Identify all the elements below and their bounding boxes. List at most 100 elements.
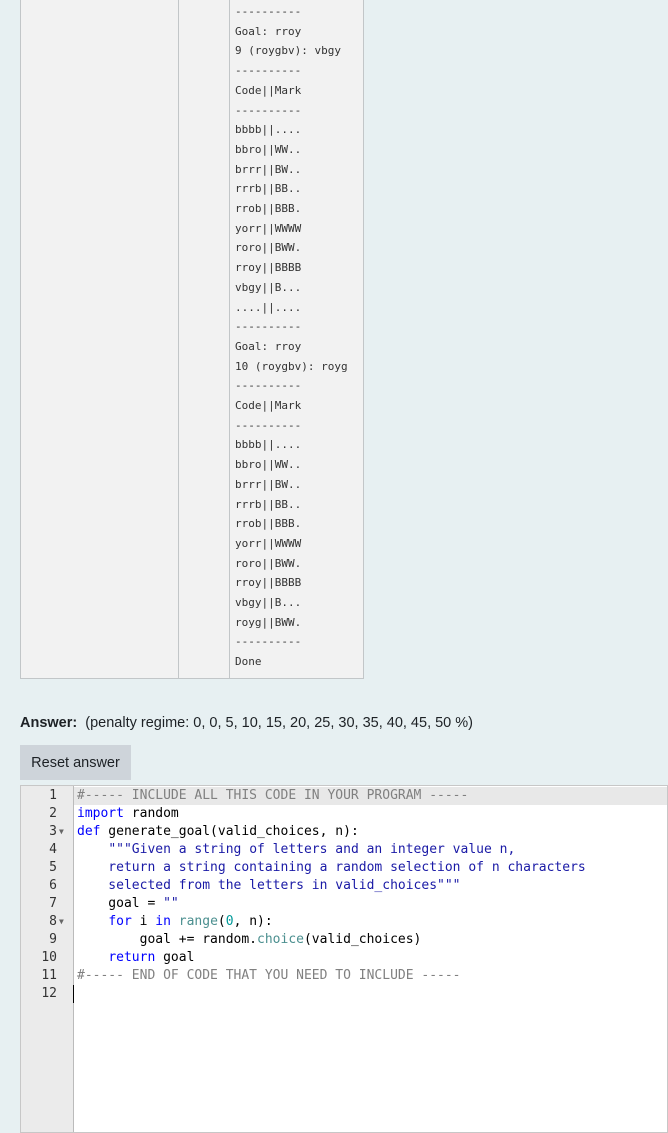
line-number: 4	[49, 842, 57, 857]
output-line: 10 (roygbv): royg	[235, 359, 348, 373]
code-line[interactable]: 6 selected from the letters in valid_cho…	[21, 877, 667, 895]
code-token: goal += random.	[77, 932, 258, 947]
code-text: goal = ""	[77, 895, 179, 913]
code-token: #----- INCLUDE ALL THIS CODE IN YOUR PRO…	[77, 788, 469, 803]
code-token: , n):	[233, 914, 273, 929]
line-number: 10	[41, 950, 57, 965]
output-line: ----------	[235, 418, 302, 432]
code-token: 0	[225, 914, 234, 929]
reset-answer-button[interactable]: Reset answer	[20, 745, 131, 780]
answer-label: Answer: (penalty regime: 0, 0, 5, 10, 15…	[20, 715, 473, 731]
code-token: (	[217, 914, 226, 929]
code-text: return goal	[77, 949, 194, 967]
code-token: in	[155, 914, 171, 929]
line-number: 5	[49, 860, 57, 875]
output-line: bbbb||....	[235, 438, 302, 452]
code-editor[interactable]: 1 #----- INCLUDE ALL THIS CODE IN YOUR PR…	[20, 785, 668, 1133]
line-number: 8	[49, 914, 57, 929]
output-line: roro||BWW.	[235, 556, 302, 570]
code-text: selected from the letters in valid_choic…	[77, 877, 461, 895]
output-line: 9 (roygbv): vbgy	[235, 44, 341, 58]
output-line: ----------	[235, 64, 302, 78]
line-number: 11	[41, 968, 57, 983]
code-line[interactable]: 11 #----- END OF CODE THAT YOU NEED TO IN…	[21, 967, 667, 985]
code-token: for	[108, 914, 132, 929]
code-text: for i in range(0, n):	[77, 913, 273, 931]
code-token: def	[77, 824, 101, 839]
code-token: generate_goal(valid_choices, n):	[100, 824, 359, 839]
output-line: rrrb||BB..	[235, 497, 302, 511]
output-line: rroy||BBBB	[235, 261, 302, 275]
code-line[interactable]: 1 #----- INCLUDE ALL THIS CODE IN YOUR PR…	[21, 787, 667, 805]
code-token: #----- END OF CODE THAT YOU NEED TO INCL…	[77, 968, 461, 983]
code-line[interactable]: 12	[21, 985, 667, 1003]
line-number: 6	[49, 878, 57, 893]
output-line: ----------	[235, 635, 302, 649]
output-line: yorr||WWWW	[235, 221, 302, 235]
code-text: import random	[77, 805, 179, 823]
code-line[interactable]: 5 return a string containing a random se…	[21, 859, 667, 877]
code-token: (valid_choices)	[303, 932, 422, 947]
code-text: """Given a string of letters and an inte…	[77, 841, 515, 859]
output-line: Code||Mark	[235, 83, 302, 97]
code-token: range	[178, 914, 218, 929]
output-line: bbro||WW..	[235, 142, 302, 156]
output-line: roro||BWW.	[235, 241, 302, 255]
code-token: return a string containing a random sele…	[77, 860, 586, 875]
output-line: Code||Mark	[235, 399, 302, 412]
code-token: selected from the letters in valid_choic…	[77, 878, 461, 893]
code-text: def generate_goal(valid_choices, n):	[77, 823, 359, 841]
code-line[interactable]: 10 return goal	[21, 949, 667, 967]
output-line: bbbb||....	[235, 123, 302, 137]
code-token: ""	[163, 896, 179, 911]
output-line: royg||BWW.	[235, 615, 302, 629]
output-line: rrob||BBB.	[235, 517, 302, 531]
code-token: goal	[155, 950, 195, 965]
output-line: Done	[235, 655, 262, 669]
code-token: """Given a string of letters and an inte…	[108, 842, 516, 857]
code-line[interactable]: 2 import random	[21, 805, 667, 823]
answer-title: Answer:	[20, 715, 78, 731]
text-cursor	[73, 985, 74, 1003]
line-number: 12	[41, 986, 57, 1001]
code-token: i	[131, 914, 156, 929]
code-token: random	[123, 806, 179, 821]
output-line: brrr||BW..	[235, 477, 302, 491]
code-line[interactable]: 9 goal += random.choice(valid_choices)	[21, 931, 667, 949]
code-lines[interactable]: 1 #----- INCLUDE ALL THIS CODE IN YOUR PR…	[21, 787, 667, 1003]
fold-arrow-icon[interactable]: ▼	[59, 913, 64, 931]
table-divider	[178, 0, 179, 678]
code-line[interactable]: 7 goal = ""	[21, 895, 667, 913]
output-table: ---------- Goal: rroy 9 (roygbv): vbgy ----…	[20, 0, 364, 679]
output-line: bbro||WW..	[235, 458, 302, 472]
fold-arrow-icon[interactable]: ▼	[59, 823, 64, 841]
line-number: 2	[49, 806, 57, 821]
code-token: import	[77, 806, 124, 821]
code-text: return a string containing a random sele…	[77, 859, 586, 877]
output-line: Goal: rroy	[235, 24, 302, 38]
output-line: rroy||BBBB	[235, 576, 302, 590]
output-line: vbgy||B...	[235, 280, 302, 294]
line-number: 3	[49, 824, 57, 839]
output-line: Goal: rroy	[235, 339, 302, 353]
output-line: brrr||BW..	[235, 162, 302, 176]
line-number: 1	[49, 788, 57, 803]
code-text: #----- END OF CODE THAT YOU NEED TO INCL…	[77, 967, 461, 985]
output-line: ----------	[235, 320, 302, 334]
code-token: return	[108, 950, 156, 965]
output-line: rrrb||BB..	[235, 182, 302, 196]
output-line: rrob||BBB.	[235, 202, 302, 215]
code-token: goal =	[77, 896, 164, 911]
code-text: #----- INCLUDE ALL THIS CODE IN YOUR PRO…	[77, 787, 468, 805]
output-line: yorr||WWWW	[235, 536, 302, 550]
output-line: ----------	[235, 5, 302, 18]
code-line[interactable]: 8 ▼ for i in range(0, n):	[21, 913, 667, 931]
code-token: choice	[257, 932, 304, 947]
code-line[interactable]: 3 ▼ def generate_goal(valid_choices, n):	[21, 823, 667, 841]
penalty-regime: (penalty regime: 0, 0, 5, 10, 15, 20, 25…	[85, 715, 474, 731]
code-line[interactable]: 4 """Given a string of letters and an in…	[21, 841, 667, 859]
